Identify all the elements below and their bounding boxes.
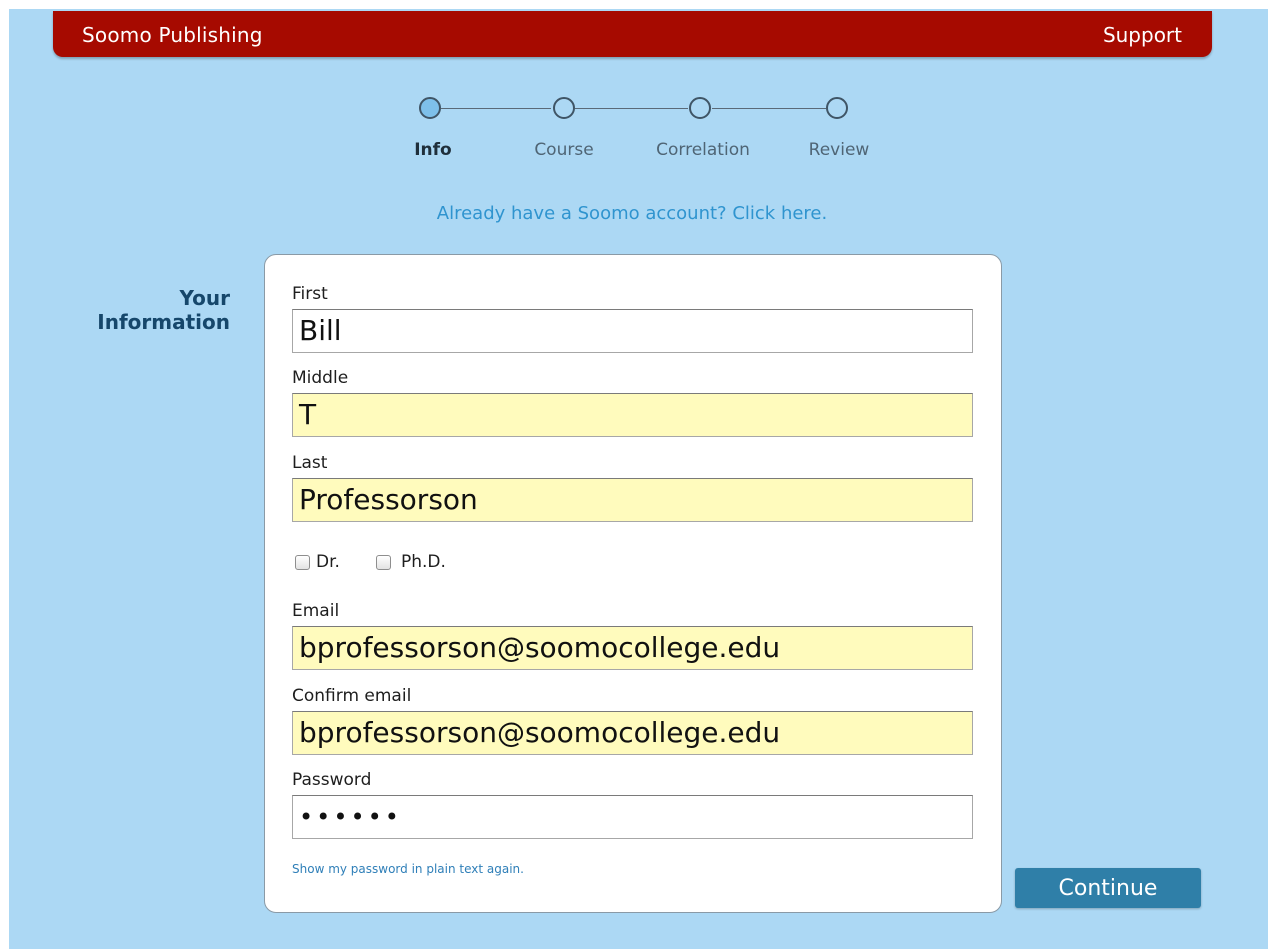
confirm-email-input[interactable]: bprofessorson@soomocollege.edu [292, 711, 973, 755]
support-link[interactable]: Support [1103, 23, 1182, 47]
password-input[interactable]: •••••• [292, 795, 973, 839]
existing-account-link[interactable]: Already have a Soomo account? Click here… [0, 203, 1264, 224]
dr-checkbox[interactable] [295, 554, 310, 570]
step-label-review: Review [808, 140, 870, 160]
email-label: Email [292, 601, 340, 621]
continue-button[interactable]: Continue [1015, 868, 1201, 908]
section-title-text: Your Information [97, 286, 230, 334]
top-bar: Soomo Publishing Support [53, 11, 1212, 57]
email-input[interactable]: bprofessorson@soomocollege.edu [292, 626, 973, 670]
first-name-label: First [292, 284, 328, 304]
step-connector [575, 108, 688, 109]
dr-checkbox-row[interactable]: Dr. [295, 552, 340, 572]
last-name-input[interactable]: Professorson [292, 478, 973, 522]
brand-name[interactable]: Soomo Publishing [82, 23, 263, 47]
password-label: Password [292, 770, 372, 790]
step-label-correlation: Correlation [656, 140, 750, 160]
step-label-course: Course [534, 140, 594, 160]
step-label-info: Info [414, 140, 452, 160]
step-dot-review[interactable] [826, 97, 848, 119]
last-name-label: Last [292, 453, 328, 473]
middle-name-label: Middle [292, 368, 349, 388]
phd-checkbox-label: Ph.D. [401, 552, 446, 572]
section-title: Your Information [60, 286, 230, 334]
phd-checkbox-row[interactable]: Ph.D. [376, 552, 446, 572]
first-name-input[interactable]: Bill [292, 309, 973, 353]
show-password-link[interactable]: Show my password in plain text again. [292, 862, 524, 876]
step-connector [712, 108, 826, 109]
phd-checkbox[interactable] [376, 554, 391, 570]
confirm-email-label: Confirm email [292, 686, 412, 706]
step-connector [441, 108, 551, 109]
middle-name-input[interactable]: T [292, 393, 973, 437]
step-dot-course[interactable] [553, 97, 575, 119]
continue-button-label: Continue [1058, 875, 1158, 901]
step-dot-info[interactable] [419, 97, 441, 119]
dr-checkbox-label: Dr. [316, 552, 340, 572]
step-dot-correlation[interactable] [689, 97, 711, 119]
